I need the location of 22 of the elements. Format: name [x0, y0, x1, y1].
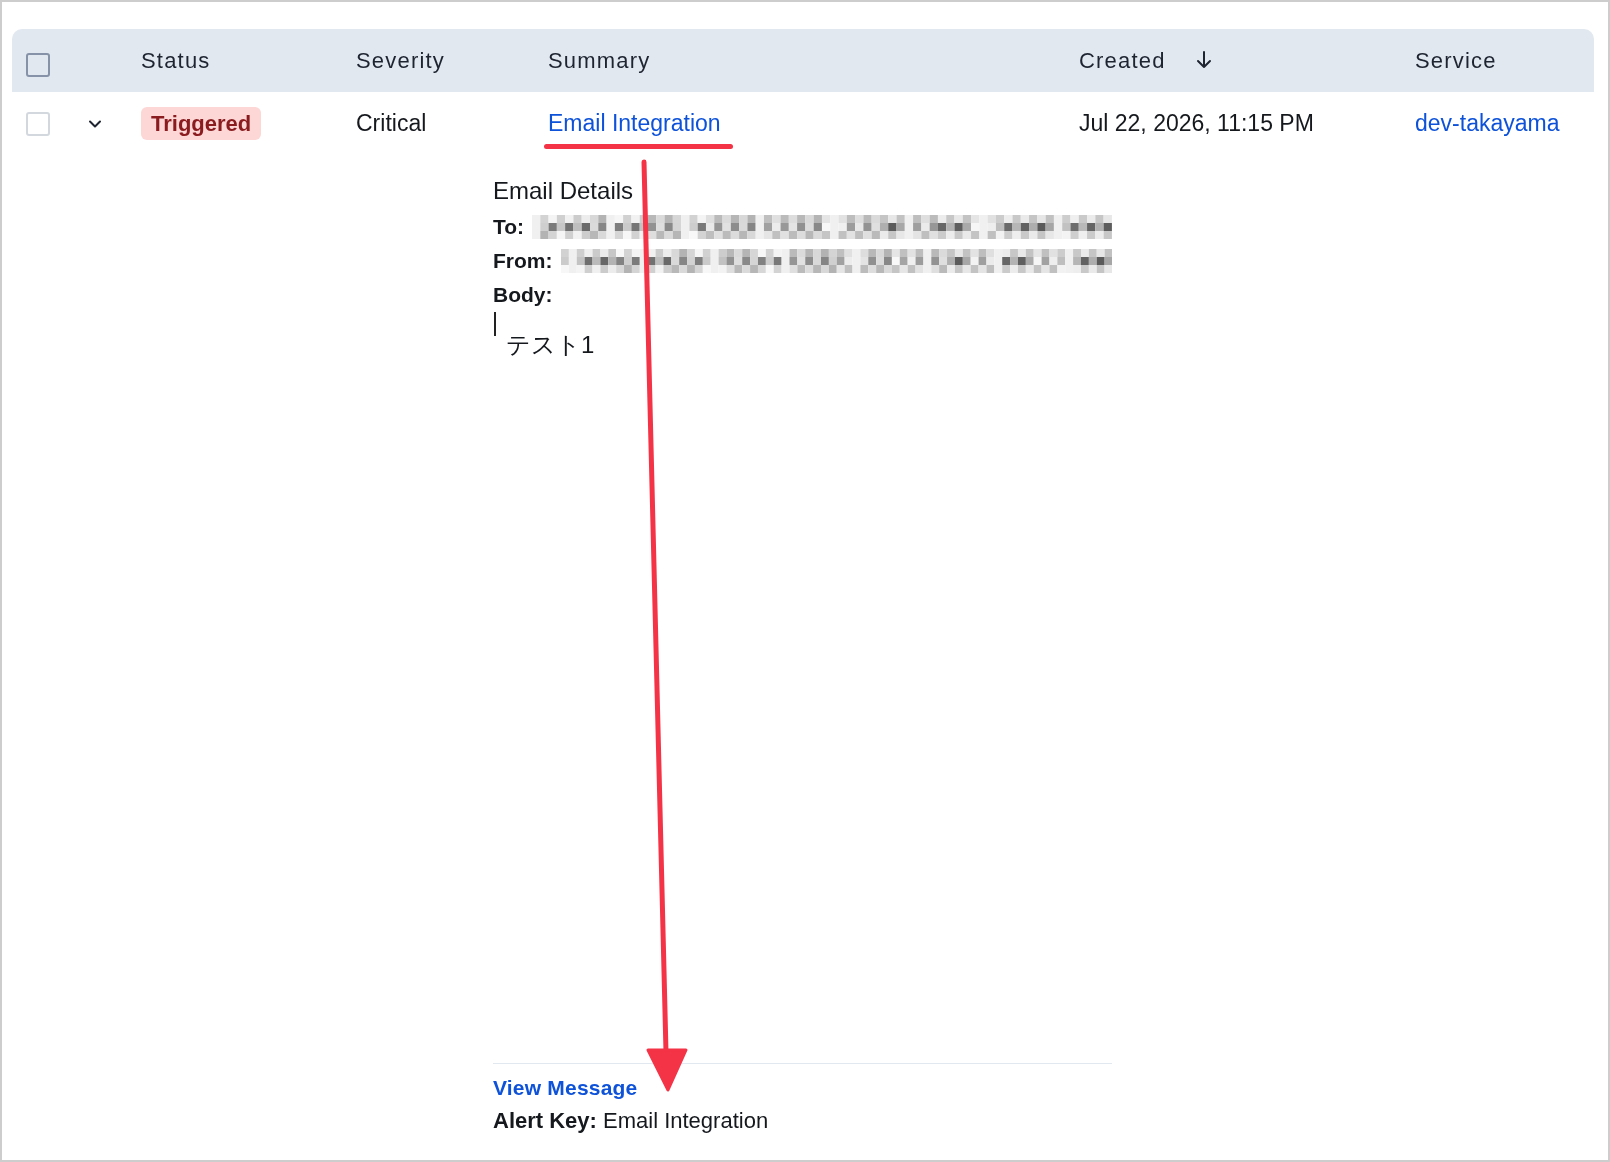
- details-title: Email Details: [493, 176, 634, 206]
- column-header[interactable]: Status: [141, 43, 211, 77]
- column-header[interactable]: Created: [1079, 43, 1212, 77]
- severity-text: Critical: [356, 110, 427, 137]
- field-label: From:: [493, 248, 553, 275]
- chevron-down-icon[interactable]: [88, 118, 102, 129]
- text-cursor-icon: [494, 312, 496, 336]
- arrow-down-icon[interactable]: [1195, 51, 1212, 69]
- column-header[interactable]: Service: [1415, 43, 1497, 77]
- created-date: Jul 22, 2026, 11:15 PM: [1079, 110, 1314, 137]
- field-label: To:: [493, 214, 525, 241]
- column-header[interactable]: Severity: [356, 43, 446, 77]
- row-checkbox[interactable]: [26, 111, 50, 136]
- select-all-checkbox[interactable]: [26, 53, 50, 77]
- summary-link[interactable]: Email Integration: [548, 110, 721, 137]
- alert-key-text: Alert Key: Email Integration: [493, 1107, 769, 1135]
- email-body-text: テスト1: [506, 330, 595, 360]
- service-link[interactable]: dev-takayama: [1415, 110, 1560, 137]
- field-label: Body:: [493, 282, 553, 309]
- view-message-link[interactable]: View Message: [493, 1076, 638, 1099]
- column-header[interactable]: Summary: [548, 43, 651, 77]
- status-badge: Triggered: [141, 107, 262, 140]
